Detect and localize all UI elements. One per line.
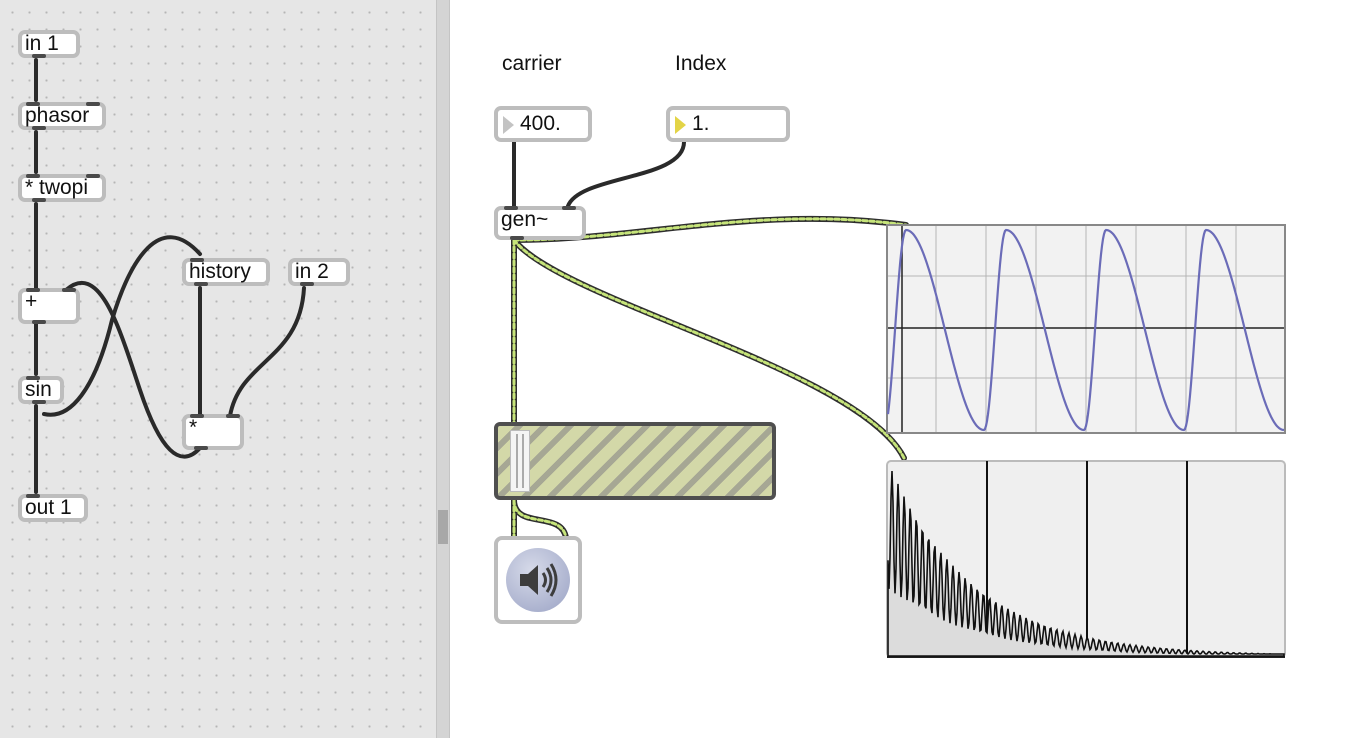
cord-sin-mult	[64, 280, 202, 459]
plus-object[interactable]: +	[18, 288, 80, 324]
number-triangle-icon	[675, 116, 686, 134]
inlet[interactable]	[26, 102, 40, 106]
live-gain-slider[interactable]	[494, 422, 776, 500]
inlet[interactable]	[26, 288, 40, 292]
gen-object[interactable]: gen~	[494, 206, 586, 240]
in1-object[interactable]: in 1	[18, 30, 80, 58]
inlet[interactable]	[562, 206, 576, 210]
ezdac-button[interactable]	[494, 536, 582, 624]
sin-label: sin	[25, 378, 52, 401]
outlet[interactable]	[194, 446, 208, 450]
cord-in2-mult	[228, 286, 306, 418]
inlet[interactable]	[190, 258, 204, 262]
inlet[interactable]	[504, 206, 518, 210]
index-number-box[interactable]: 1.	[666, 106, 790, 142]
out1-label: out 1	[25, 496, 72, 519]
outlet[interactable]	[32, 400, 46, 404]
phasor-object[interactable]: phasor	[18, 102, 106, 130]
history-label: history	[189, 260, 251, 283]
spectroscope-display[interactable]	[886, 460, 1286, 660]
carrier-value: 400.	[520, 112, 561, 135]
index-value: 1.	[692, 112, 710, 135]
inlet[interactable]	[26, 494, 40, 498]
cord-history-plus	[42, 235, 202, 417]
out1-object[interactable]: out 1	[18, 494, 88, 522]
plus-label: +	[25, 290, 38, 313]
mult-label: *	[189, 416, 198, 439]
outlet[interactable]	[32, 54, 46, 58]
twopi-object[interactable]: * twopi	[18, 174, 106, 202]
outlet[interactable]	[300, 282, 314, 286]
oscilloscope-display[interactable]	[886, 224, 1286, 434]
gen-label: gen~	[501, 208, 549, 231]
history-object[interactable]: history	[182, 258, 270, 286]
inlet[interactable]	[190, 414, 204, 418]
in2-label: in 2	[295, 260, 329, 283]
outlet[interactable]	[32, 198, 46, 202]
phasor-label: phasor	[25, 104, 90, 127]
carrier-number-box[interactable]: 400.	[494, 106, 592, 142]
speaker-icon	[506, 548, 570, 612]
split-divider[interactable]	[436, 0, 450, 738]
divider-handle[interactable]	[438, 510, 448, 544]
twopi-label: * twopi	[25, 176, 89, 199]
inlet[interactable]	[26, 376, 40, 380]
inlet[interactable]	[62, 288, 76, 292]
gen-patcher-canvas[interactable]: in 1 phasor * twopi + sin history in 2 *	[0, 0, 436, 738]
inlet[interactable]	[86, 174, 100, 178]
outlet[interactable]	[194, 282, 208, 286]
outlet[interactable]	[510, 236, 524, 240]
slider-handle-icon[interactable]	[510, 430, 530, 492]
sin-object[interactable]: sin	[18, 376, 64, 404]
mult-object[interactable]: *	[182, 414, 244, 450]
index-label: Index	[675, 52, 727, 75]
carrier-label: carrier	[502, 52, 562, 75]
in2-object[interactable]: in 2	[288, 258, 350, 286]
inlet[interactable]	[86, 102, 100, 106]
outlet[interactable]	[32, 126, 46, 130]
inlet[interactable]	[26, 174, 40, 178]
inlet[interactable]	[226, 414, 240, 418]
number-triangle-icon	[503, 116, 514, 134]
in1-label: in 1	[25, 32, 59, 55]
outlet[interactable]	[32, 320, 46, 324]
